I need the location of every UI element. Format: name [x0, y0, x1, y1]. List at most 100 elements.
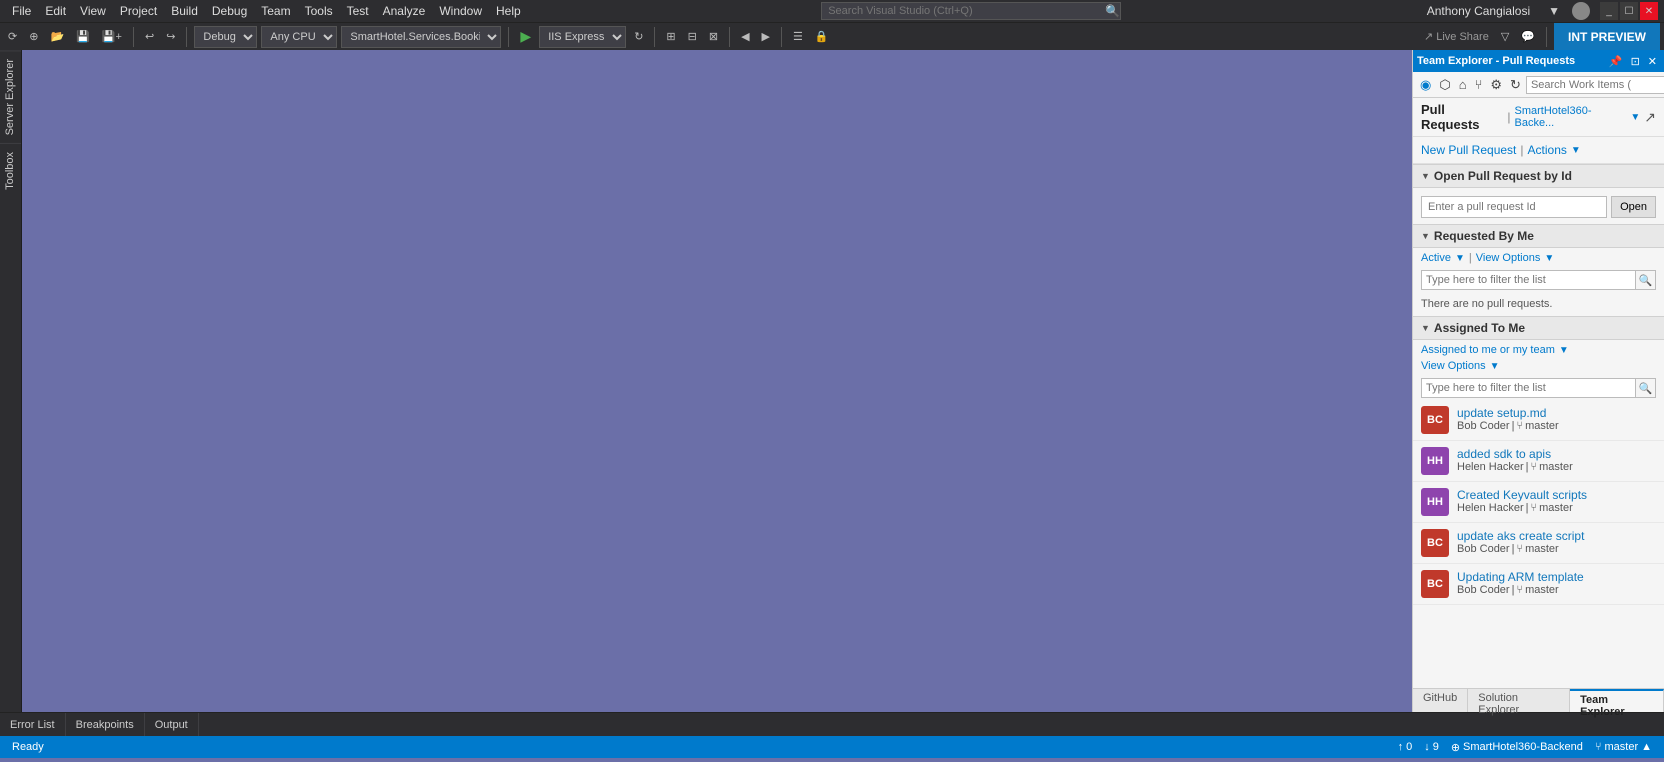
te-refresh-btn[interactable]: ↻	[1507, 76, 1524, 94]
te-home-btn[interactable]: ◉	[1417, 76, 1434, 94]
nav-back[interactable]: ◀	[737, 26, 753, 48]
menu-project[interactable]: Project	[114, 2, 163, 20]
status-bar: Ready ↑ 0 ↓ 9 ⊕ SmartHotel360-Backend ⑂ …	[0, 736, 1664, 758]
pr-author: Helen Hacker	[1457, 502, 1524, 514]
menu-team[interactable]: Team	[255, 2, 296, 20]
new-pr-link[interactable]: New Pull Request	[1421, 143, 1516, 157]
maximize-button[interactable]: ☐	[1620, 2, 1638, 20]
pr-author: Bob Coder	[1457, 584, 1510, 596]
toolbar-sep2	[186, 27, 187, 47]
debug-config-dropdown[interactable]: Debug	[194, 26, 257, 48]
menu-edit[interactable]: Edit	[39, 2, 72, 20]
menu-view[interactable]: View	[74, 2, 112, 20]
username: Anthony Cangialosi	[1421, 2, 1536, 20]
te-connect-btn[interactable]: ⬡	[1436, 76, 1453, 94]
menu-build[interactable]: Build	[165, 2, 204, 20]
tb-extra2[interactable]: ⊟	[684, 26, 701, 48]
search-input[interactable]	[821, 2, 1121, 20]
toolbar-new-btn[interactable]: ⊕	[25, 26, 42, 48]
search-icon[interactable]: 🔍	[1099, 2, 1126, 20]
feedback-btn[interactable]: 💬	[1517, 26, 1539, 48]
filter-btn[interactable]: ▽	[1497, 26, 1513, 48]
toolbar-open-btn[interactable]: 📂	[46, 26, 68, 48]
status-up[interactable]: ↑ 0	[1394, 741, 1417, 754]
pr-list-item[interactable]: HH added sdk to apis Helen Hacker | ⑂ ma…	[1413, 441, 1664, 482]
pr-divider: |	[1507, 110, 1510, 124]
tb-extra3[interactable]: ⊠	[705, 26, 722, 48]
pr-list-item[interactable]: BC Updating ARM template Bob Coder | ⑂ m…	[1413, 564, 1664, 605]
te-branch-btn[interactable]: ⑂	[1472, 76, 1486, 93]
menu-window[interactable]: Window	[433, 2, 488, 20]
atm-filter-search-btn[interactable]: 🔍	[1636, 378, 1656, 398]
menu-file[interactable]: File	[6, 2, 37, 20]
status-down[interactable]: ↓ 9	[1420, 741, 1443, 754]
toolbar-back-btn[interactable]: ⟳	[4, 26, 21, 48]
te-float-btn[interactable]: ⊡	[1628, 55, 1643, 68]
pr-sep: |	[1512, 584, 1515, 596]
tb-lock1[interactable]: ☰	[789, 26, 807, 48]
te-tab-team-explorer[interactable]: Team Explorer	[1570, 689, 1664, 712]
run-button[interactable]: ▶	[516, 26, 535, 48]
iis-config-dropdown[interactable]: IIS Express	[539, 26, 626, 48]
pr-list-item[interactable]: HH Created Keyvault scripts Helen Hacker…	[1413, 482, 1664, 523]
bottom-tab-breakpoints[interactable]: Breakpoints	[66, 713, 145, 736]
pr-repo-name[interactable]: SmartHotel360-Backe...	[1514, 105, 1626, 129]
menu-analyze[interactable]: Analyze	[377, 2, 432, 20]
open-pr-input[interactable]	[1421, 196, 1607, 218]
close-button[interactable]: ✕	[1640, 2, 1658, 20]
user-dropdown-icon[interactable]: ▼	[1542, 2, 1566, 20]
refresh-btn[interactable]: ↻	[630, 26, 647, 48]
pr-meta: Bob Coder | ⑂ master	[1457, 584, 1656, 596]
project-config-dropdown[interactable]: SmartHotel.Services.Bookings	[341, 26, 501, 48]
rbm-active-link[interactable]: Active	[1421, 252, 1451, 264]
pr-repo-dropdown-btn[interactable]: ▼	[1630, 112, 1640, 123]
menu-debug[interactable]: Debug	[206, 2, 253, 20]
te-nav-home-btn[interactable]: ⌂	[1456, 76, 1470, 93]
minimize-button[interactable]: _	[1600, 2, 1618, 20]
main-area: Server Explorer Toolbox Team Explorer - …	[0, 50, 1664, 712]
bottom-tab-error-list[interactable]: Error List	[0, 713, 66, 736]
tb-extra1[interactable]: ⊞	[662, 26, 679, 48]
te-tab-solution-explorer[interactable]: Solution Explorer	[1468, 689, 1570, 712]
atm-assigned-arrow: ▼	[1559, 345, 1569, 356]
te-pin-btn[interactable]: 📌	[1606, 55, 1626, 68]
te-search-input[interactable]	[1526, 76, 1664, 94]
menu-help[interactable]: Help	[490, 2, 527, 20]
sidebar-server-explorer[interactable]: Server Explorer	[0, 50, 21, 143]
pr-list-item[interactable]: BC update setup.md Bob Coder | ⑂ master	[1413, 400, 1664, 441]
rbm-view-options-link[interactable]: View Options	[1476, 252, 1541, 264]
te-settings-btn[interactable]: ⚙	[1487, 76, 1505, 94]
toolbar-save-btn[interactable]: 💾	[72, 26, 94, 48]
pr-avatar: BC	[1421, 570, 1449, 598]
sidebar-toolbox[interactable]: Toolbox	[0, 143, 21, 198]
pr-expand-btn[interactable]: ↗	[1644, 109, 1656, 126]
atm-assigned-link[interactable]: Assigned to me or my team	[1421, 344, 1555, 356]
menu-test[interactable]: Test	[341, 2, 375, 20]
actions-link[interactable]: Actions	[1528, 143, 1567, 157]
rbm-triangle: ▼	[1421, 231, 1430, 241]
user-area: Anthony Cangialosi ▼	[1421, 2, 1590, 20]
rbm-filter-input[interactable]	[1421, 270, 1636, 290]
pr-author: Helen Hacker	[1457, 461, 1524, 473]
te-tab-github[interactable]: GitHub	[1413, 689, 1468, 712]
toolbar-save-all-btn[interactable]: 💾+	[98, 26, 126, 48]
menu-tools[interactable]: Tools	[299, 2, 339, 20]
open-pr-button[interactable]: Open	[1611, 196, 1656, 218]
tb-lock2[interactable]: 🔒	[811, 26, 833, 48]
toolbar-undo-btn[interactable]: ↩	[141, 26, 158, 48]
live-share-btn[interactable]: ↗ Live Share	[1420, 26, 1493, 48]
nav-forward[interactable]: ▶	[758, 26, 774, 48]
int-preview-button[interactable]: INT PREVIEW	[1554, 23, 1660, 51]
cpu-config-dropdown[interactable]: Any CPU	[261, 26, 337, 48]
live-share-icon: ↗	[1424, 30, 1433, 43]
te-close-btn[interactable]: ✕	[1645, 55, 1660, 68]
pr-title: update aks create script	[1457, 529, 1656, 543]
atm-filter-input[interactable]	[1421, 378, 1636, 398]
rbm-filter-search-btn[interactable]: 🔍	[1636, 270, 1656, 290]
pr-list-item[interactable]: BC update aks create script Bob Coder | …	[1413, 523, 1664, 564]
toolbar-redo-btn[interactable]: ↪	[162, 26, 179, 48]
bottom-tab-output[interactable]: Output	[145, 713, 199, 736]
status-branch[interactable]: ⑂ master ▲	[1591, 741, 1656, 754]
status-repo[interactable]: ⊕ SmartHotel360-Backend	[1447, 741, 1587, 754]
atm-view-options-link[interactable]: View Options	[1421, 360, 1486, 372]
